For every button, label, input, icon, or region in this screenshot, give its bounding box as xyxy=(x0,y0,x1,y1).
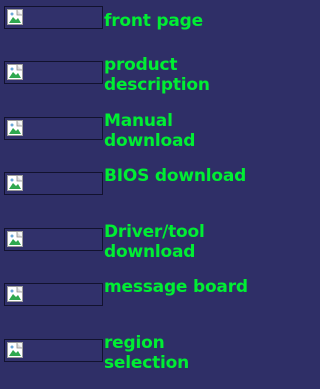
nav-thumbnail[interactable] xyxy=(4,61,103,84)
nav-item-manual-download[interactable]: Manual download xyxy=(0,111,249,165)
nav-thumbnail[interactable] xyxy=(4,228,103,251)
nav-item-label[interactable]: Manual download xyxy=(104,111,249,151)
nav-item-label[interactable]: message board xyxy=(104,277,249,297)
broken-image-icon xyxy=(7,342,23,358)
nav-thumbnail[interactable] xyxy=(4,172,103,195)
broken-image-icon xyxy=(7,120,23,136)
broken-image-icon xyxy=(7,9,23,25)
nav-item-product-description[interactable]: product description xyxy=(0,55,249,109)
nav-item-message-board[interactable]: message board xyxy=(0,277,249,331)
nav-item-label[interactable]: front page xyxy=(104,11,249,31)
broken-image-icon xyxy=(7,64,23,80)
nav-item-label[interactable]: BIOS download xyxy=(104,166,249,186)
nav-item-label[interactable]: region selection xyxy=(104,333,249,373)
broken-image-icon xyxy=(7,175,23,191)
nav-item-label[interactable]: Driver/tool download xyxy=(104,222,249,262)
broken-image-icon xyxy=(7,231,23,247)
broken-image-icon xyxy=(7,286,23,302)
side-navigation: front page product description Manual do… xyxy=(0,0,249,389)
nav-item-label[interactable]: product description xyxy=(104,55,249,95)
nav-item-bios-download[interactable]: BIOS download xyxy=(0,166,249,220)
nav-thumbnail[interactable] xyxy=(4,6,103,29)
nav-item-driver-tool-download[interactable]: Driver/tool download xyxy=(0,222,249,276)
nav-thumbnail[interactable] xyxy=(4,283,103,306)
nav-thumbnail[interactable] xyxy=(4,117,103,140)
nav-item-region-selection[interactable]: region selection xyxy=(0,333,249,387)
nav-item-front-page[interactable]: front page xyxy=(0,0,249,54)
nav-thumbnail[interactable] xyxy=(4,339,103,362)
